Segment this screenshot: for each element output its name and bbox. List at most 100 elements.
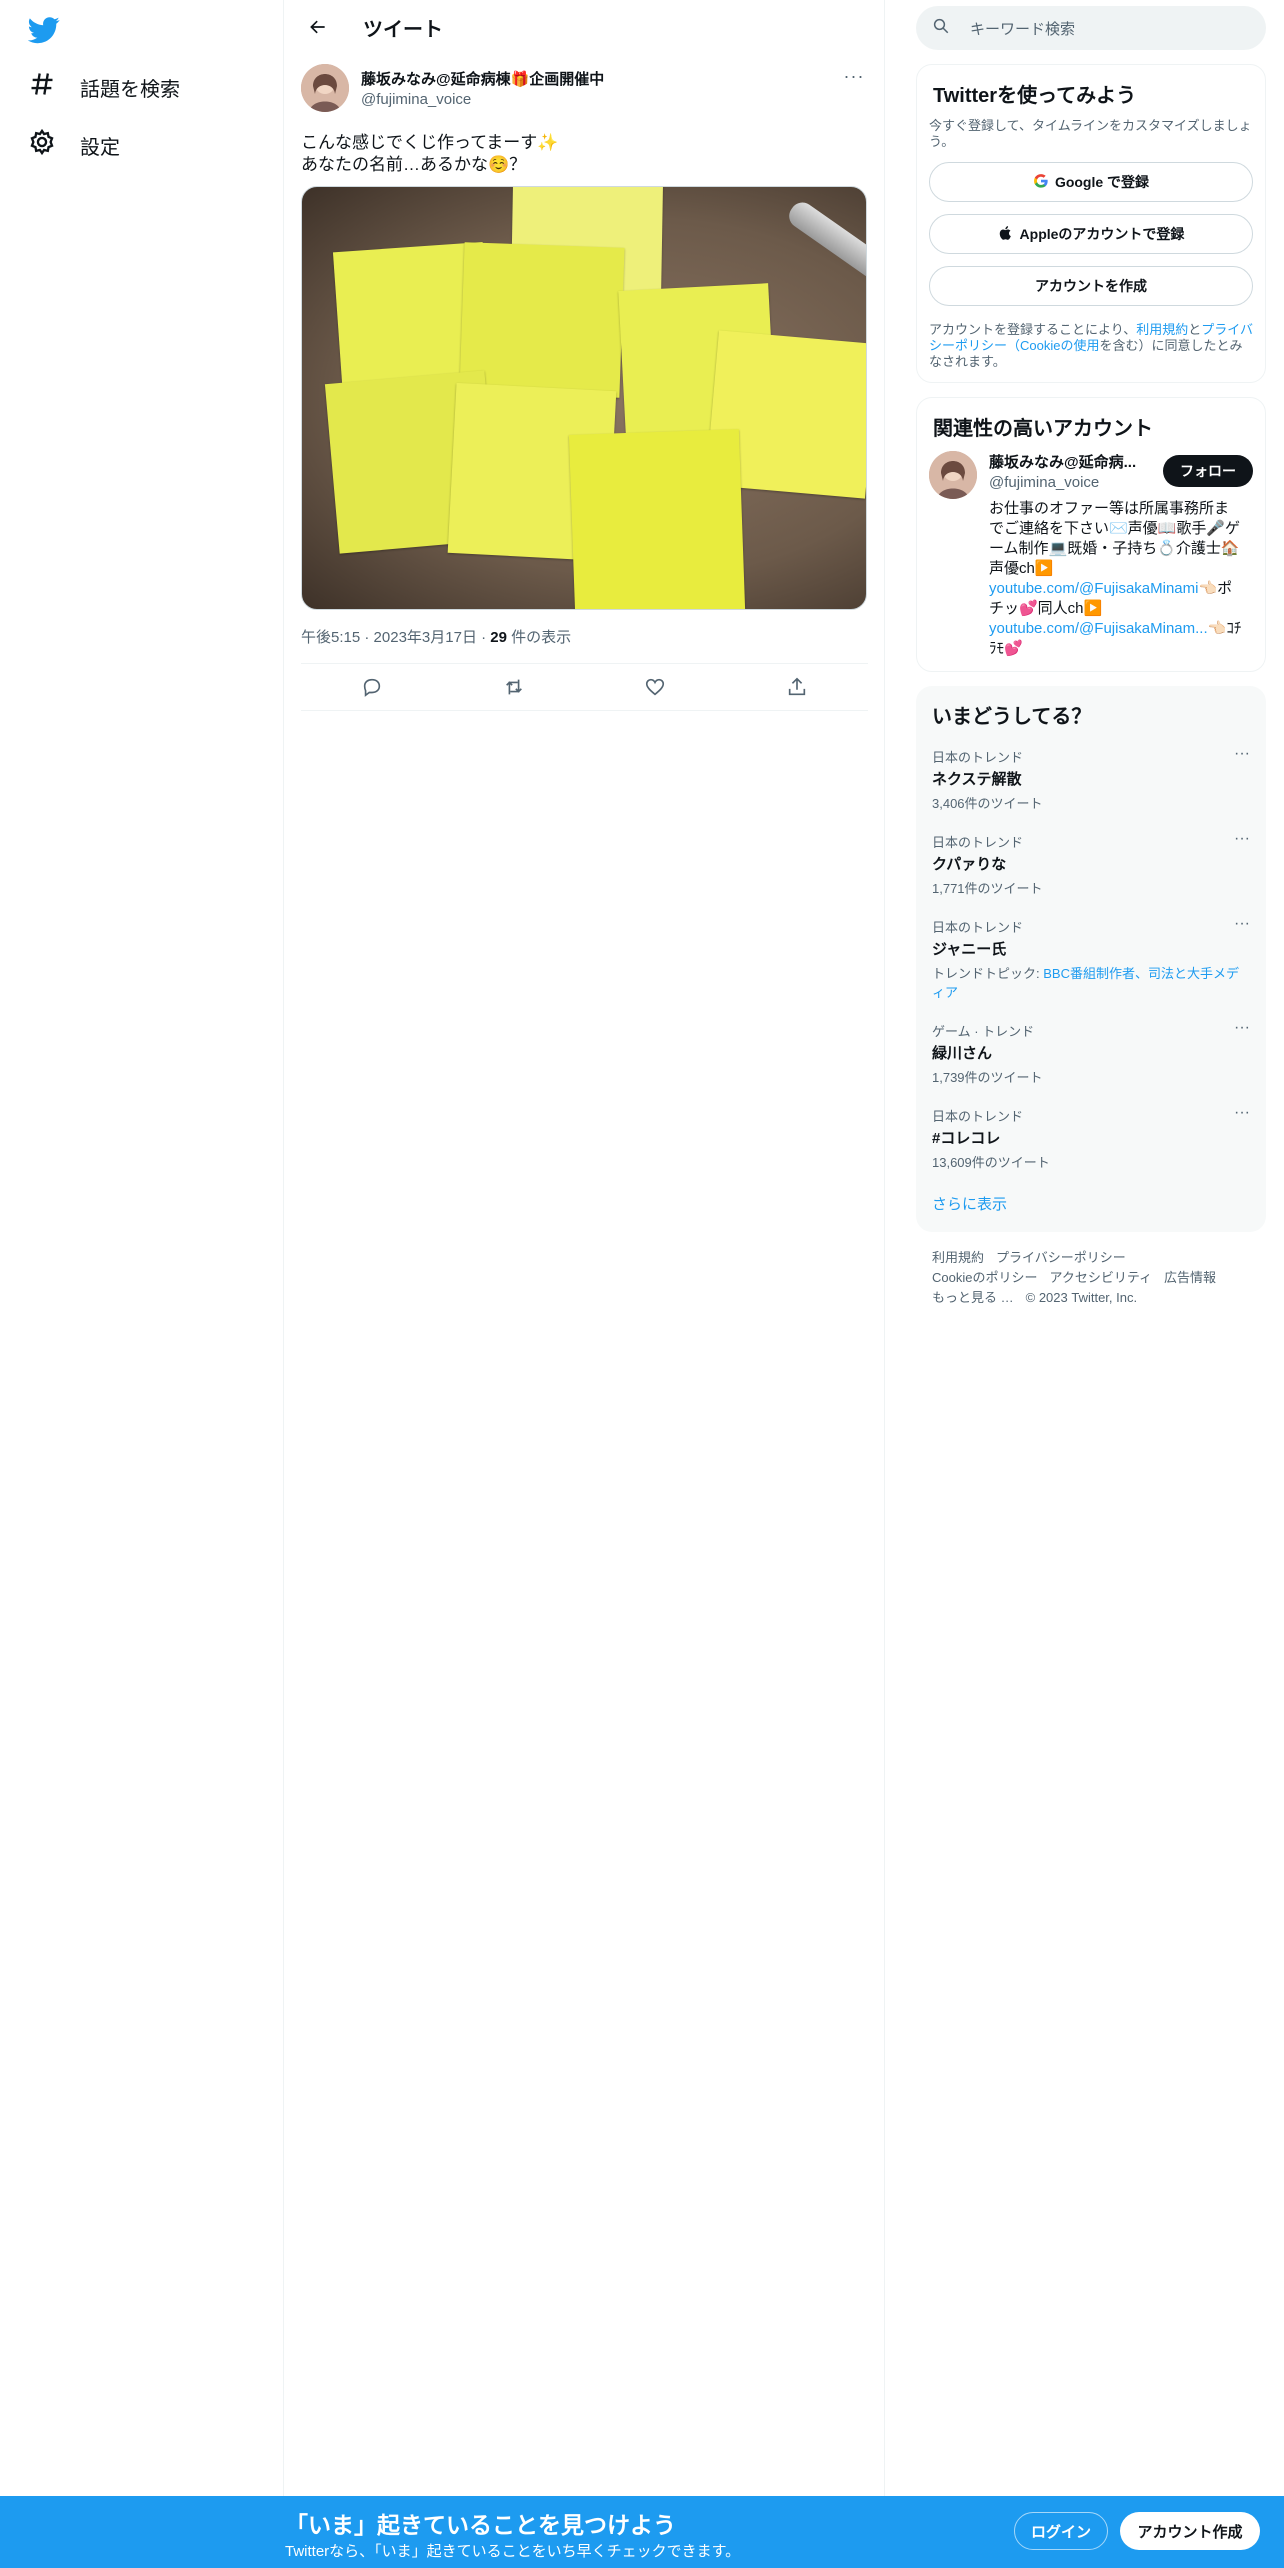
trend-context: ゲーム · トレンド: [932, 1024, 1035, 1039]
footer-link[interactable]: アクセシビリティ: [1049, 1270, 1152, 1285]
footer: 利用規約 プライバシーポリシー Cookieのポリシー アクセシビリティ 広告情報 も…: [916, 1232, 1266, 1324]
trend-context: 日本のトレンド: [932, 835, 1024, 850]
trend-name: ジャニー氏: [932, 941, 1007, 958]
trend-name: ネクステ解散: [932, 771, 1022, 788]
trends-card: いまどうしてる？ 日本のトレンド ネクステ解散 3,406件のツイート ··· …: [916, 686, 1266, 1232]
tweet-time[interactable]: 午後5:15: [301, 629, 360, 646]
tweet-actions: [301, 663, 868, 711]
nav-explore[interactable]: 話題を検索: [28, 70, 180, 104]
more-options-icon[interactable]: ···: [1234, 1104, 1250, 1122]
back-arrow-icon[interactable]: [301, 10, 335, 44]
trend-name: #コレコレ: [932, 1130, 1001, 1147]
pen-decoration: [784, 197, 866, 283]
trend-item[interactable]: 日本のトレンド ネクステ解散 3,406件のツイート ···: [928, 739, 1254, 824]
more-options-icon[interactable]: ···: [1234, 915, 1250, 933]
left-nav: 話題を検索 設定: [0, 0, 284, 2568]
signup-subtitle: 今すぐ登録して、タイムラインをカスタマイズしましょう。: [929, 118, 1252, 149]
right-sidebar: キーワード検索 Twitterを使ってみよう 今すぐ登録して、タイムラインをカス…: [916, 0, 1266, 1324]
main-column: ツイート 藤坂みなみ@延命病棟🎁企画開催中 @fujimina_voice ··…: [285, 0, 885, 2568]
related-bio: お仕事のオファー等は所属事務所までご連絡を下さい✉️声優📖歌手🎤ゲーム制作💻既婚…: [989, 499, 1243, 659]
show-more-link[interactable]: さらに表示: [928, 1183, 1254, 1220]
retweet-icon[interactable]: [503, 676, 525, 698]
trend-count: 1,771件のツイート: [932, 881, 1043, 896]
author-name[interactable]: 藤坂みなみ@延命病棟🎁企画開催中: [361, 68, 604, 89]
search-icon: [932, 17, 970, 39]
trends-title: いまどうしてる？: [932, 706, 1092, 728]
main-header: ツイート: [285, 0, 884, 54]
bio-link-1[interactable]: youtube.com/@FujisakaMinami: [989, 580, 1198, 597]
trend-context: 日本のトレンド: [932, 920, 1024, 935]
legal-and: と: [1188, 322, 1202, 337]
trend-count: 1,739件のツイート: [932, 1070, 1043, 1085]
google-signup-label: Google で登録: [1054, 174, 1150, 190]
more-options-icon[interactable]: ···: [840, 66, 868, 94]
tweet-meta: 午後5:15 · 2023年3月17日 · 29 件の表示: [301, 629, 572, 646]
login-button[interactable]: ログイン: [1014, 2512, 1108, 2550]
reply-icon[interactable]: [361, 676, 383, 698]
sticky-note: [568, 429, 746, 609]
create-account-button[interactable]: アカウントを作成: [929, 266, 1253, 306]
nav-settings-label: 設定: [80, 136, 120, 159]
author-handle[interactable]: @fujimina_voice: [361, 91, 604, 108]
nav-explore-label: 話題を検索: [80, 78, 180, 101]
bottom-signup-bar: 「いま」起きていることを見つけよう Twitterなら、「いま」起きていることを…: [0, 2496, 1284, 2568]
footer-link[interactable]: Cookieのポリシー: [932, 1270, 1037, 1285]
trend-item[interactable]: 日本のトレンド #コレコレ 13,609件のツイート ···: [928, 1098, 1254, 1183]
apple-icon: [998, 225, 1014, 244]
hashtag-icon: [28, 70, 56, 104]
related-account[interactable]: 藤坂みなみ@延命病... @fujimina_voice お仕事のオファー等は所…: [929, 451, 1253, 659]
related-avatar[interactable]: [929, 451, 977, 499]
related-accounts-card: 関連性の高いアカウント 藤坂みなみ@延命病... @fujimina_voice…: [916, 397, 1266, 672]
search-input[interactable]: キーワード検索: [916, 6, 1266, 50]
tweet: 藤坂みなみ@延命病棟🎁企画開催中 @fujimina_voice ··· こんな…: [285, 54, 884, 711]
footer-link[interactable]: プライバシーポリシー: [996, 1250, 1126, 1265]
trend-count: 13,609件のツイート: [932, 1155, 1050, 1170]
more-options-icon[interactable]: ···: [1234, 830, 1250, 848]
footer-link[interactable]: もっと見る …: [932, 1290, 1014, 1305]
gear-icon: [28, 128, 56, 162]
bottom-bar-title: 「いま」起きていることを見つけよう: [285, 2512, 676, 2538]
more-options-icon[interactable]: ···: [1234, 745, 1250, 763]
apple-signup-button[interactable]: Appleのアカウントで登録: [929, 214, 1253, 254]
avatar[interactable]: [301, 64, 349, 112]
trend-name: 緑川さん: [932, 1045, 993, 1062]
tweet-photo[interactable]: [301, 186, 867, 610]
bio-link-2[interactable]: youtube.com/@FujisakaMinam...: [989, 620, 1208, 637]
nav-settings[interactable]: 設定: [28, 128, 120, 162]
related-title: 関連性の高いアカウント: [933, 418, 1153, 440]
more-options-icon[interactable]: ···: [1234, 1019, 1250, 1037]
twitter-logo-icon[interactable]: [27, 14, 60, 46]
trend-context: 日本のトレンド: [932, 1109, 1024, 1124]
footer-link[interactable]: 利用規約: [932, 1250, 984, 1265]
bottom-bar-subtitle: Twitterなら、「いま」起きていることをいち早くチェックできます。: [285, 2543, 741, 2560]
signup-card: Twitterを使ってみよう 今すぐ登録して、タイムラインをカスタマイズしましょ…: [916, 64, 1266, 383]
share-icon[interactable]: [786, 676, 808, 698]
search-placeholder: キーワード検索: [970, 20, 1076, 38]
footer-link[interactable]: 広告情報: [1164, 1270, 1216, 1285]
trend-topic-prefix: トレンドトピック:: [932, 966, 1044, 981]
tweet-date[interactable]: 2023年3月17日: [374, 629, 477, 646]
views-count: 29: [490, 629, 507, 646]
signup-button[interactable]: アカウント作成: [1120, 2512, 1260, 2550]
trend-item[interactable]: 日本のトレンド クパァりな 1,771件のツイート ···: [928, 824, 1254, 909]
follow-button[interactable]: フォロー: [1163, 455, 1253, 487]
page-title: ツイート: [363, 18, 443, 41]
trend-context: 日本のトレンド: [932, 750, 1024, 765]
bio-text-1: お仕事のオファー等は所属事務所までご連絡を下さい✉️声優📖歌手🎤ゲーム制作💻既婚…: [989, 500, 1241, 577]
trend-item[interactable]: 日本のトレンド ジャニー氏 トレンドトピック: BBC番組制作者、司法と大手メデ…: [928, 909, 1254, 1013]
views-label: 件の表示: [511, 629, 572, 646]
signup-legal: アカウントを登録することにより、利用規約とプライバシーポリシー（Cookieの使…: [929, 322, 1253, 370]
legal-prefix: アカウントを登録することにより、: [929, 322, 1137, 337]
tweet-text: こんな感じでくじ作ってまーす✨ あなたの名前…あるかな☺️？: [301, 133, 559, 174]
trend-count: 3,406件のツイート: [932, 796, 1043, 811]
apple-signup-label: Appleのアカウントで登録: [1019, 226, 1185, 242]
trend-name: クパァりな: [932, 856, 1007, 873]
terms-link[interactable]: 利用規約: [1136, 322, 1188, 337]
trend-topic: トレンドトピック: BBC番組制作者、司法と大手メディア: [932, 963, 1250, 1001]
tweet-author: 藤坂みなみ@延命病棟🎁企画開催中 @fujimina_voice ···: [301, 64, 868, 116]
google-signup-button[interactable]: Google で登録: [929, 162, 1253, 202]
like-heart-icon[interactable]: [644, 676, 666, 698]
copyright: © 2023 Twitter, Inc.: [1025, 1290, 1138, 1305]
trend-item[interactable]: ゲーム · トレンド 緑川さん 1,739件のツイート ···: [928, 1013, 1254, 1098]
google-icon: [1033, 173, 1049, 192]
